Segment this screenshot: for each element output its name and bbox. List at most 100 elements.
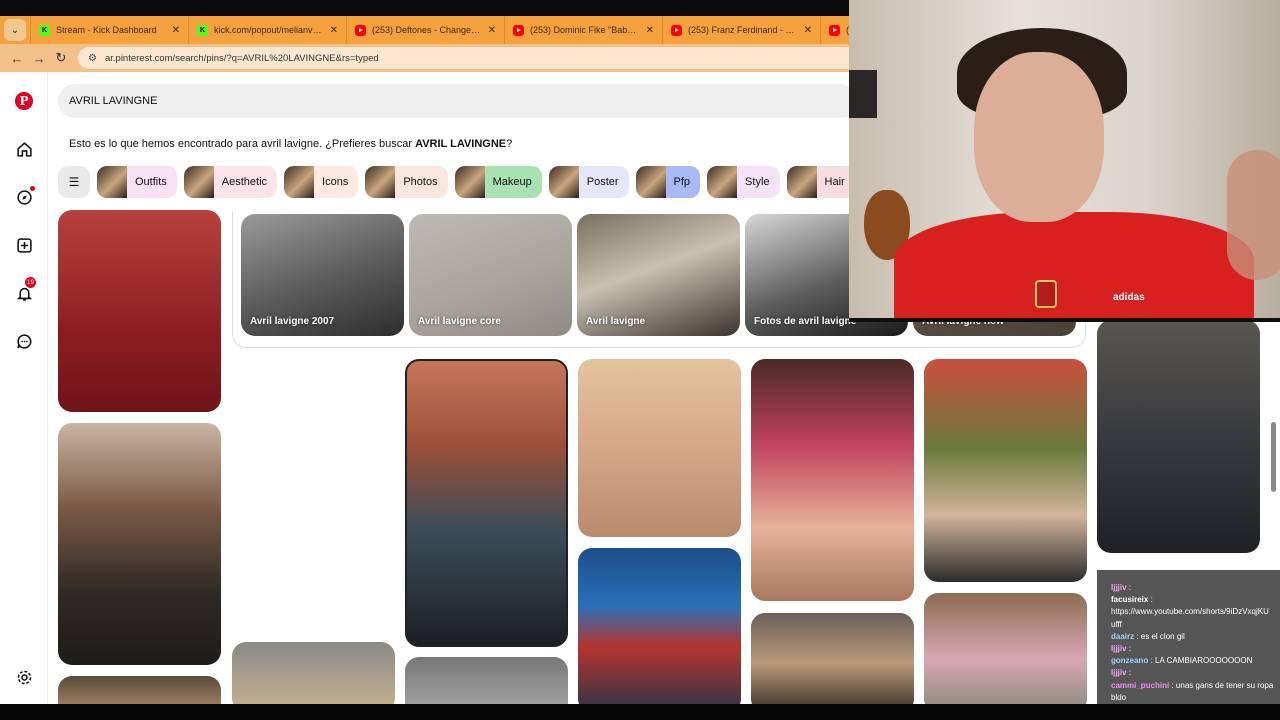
chip-thumbnail xyxy=(365,166,396,198)
close-icon[interactable]: ✕ xyxy=(804,25,812,36)
suggestion-suffix: ? xyxy=(506,138,513,150)
related-search-card[interactable]: Avril lavigne xyxy=(577,214,740,336)
pin-image[interactable] xyxy=(405,657,568,704)
chat-text: : unas gans de tener su ropa xyxy=(1169,680,1274,690)
site-info-icon[interactable]: ⚙ xyxy=(88,53,97,64)
reload-icon[interactable]: ↻ xyxy=(50,47,72,69)
chip-label: Poster xyxy=(586,176,619,188)
create-plus-icon[interactable] xyxy=(12,233,36,257)
pin-image[interactable] xyxy=(578,359,741,537)
search-suggestion: Esto es lo que hemos encontrado para avr… xyxy=(69,138,512,150)
search-query: AVRIL LAVINGNE xyxy=(69,95,158,107)
chip-aesthetic[interactable]: Aesthetic xyxy=(183,166,278,198)
browser-tab[interactable]: (253) Dominic Fike "Baby Doll" ✕ xyxy=(504,16,662,44)
chip-thumbnail xyxy=(97,166,127,198)
chat-message: ljjjiv : xyxy=(1111,582,1274,594)
suggestion-text: Esto es lo que hemos encontrado para avr… xyxy=(69,138,416,150)
chip-label: Outfits xyxy=(135,176,167,188)
forward-arrow-icon[interactable]: → xyxy=(28,47,50,69)
close-icon[interactable]: ✕ xyxy=(646,25,654,36)
youtube-icon xyxy=(829,24,840,36)
settings-gear-icon[interactable] xyxy=(12,665,36,689)
chip-style[interactable]: Style xyxy=(707,166,780,198)
chip-label: Style xyxy=(745,176,770,188)
chat-username: facusireix xyxy=(1111,595,1149,605)
filters-sliders-icon[interactable]: ☰ xyxy=(58,166,90,198)
chat-text: : es el clon gil xyxy=(1134,631,1185,641)
chat-message: daairz : es el clon gil xyxy=(1111,631,1274,643)
close-icon[interactable]: ✕ xyxy=(330,25,338,36)
pin-image[interactable] xyxy=(405,359,568,647)
browser-tab[interactable]: K Stream - Kick Dashboard ✕ xyxy=(30,16,188,44)
suggested-query-link[interactable]: AVRIL LAVINGNE xyxy=(415,138,506,150)
browser-tab[interactable]: K kick.com/popout/melianvalen/ ✕ xyxy=(188,16,346,44)
streamer-webcam: adidas xyxy=(849,0,1280,320)
pin-image[interactable] xyxy=(58,210,221,412)
chat-text: : xyxy=(1126,644,1132,654)
chip-icons[interactable]: Icons xyxy=(284,166,359,198)
left-sidebar: P 19 xyxy=(0,72,48,704)
chip-label: Icons xyxy=(322,176,349,188)
browser-tab[interactable]: (253) Deftones - Change (In the ✕ xyxy=(346,16,504,44)
explore-compass-icon[interactable] xyxy=(12,185,36,209)
youtube-icon xyxy=(513,24,524,36)
chat-message: ljjjiv : xyxy=(1111,667,1274,679)
chip-label: Makeup xyxy=(492,176,532,188)
filter-chips: ☰ Outfits Aesthetic Icons Photos Makeup … xyxy=(58,166,855,200)
related-search-label: Avril lavigne core xyxy=(418,316,501,327)
shirt-brand-logo: adidas xyxy=(1113,292,1145,303)
close-icon[interactable]: ✕ xyxy=(172,25,180,36)
pin-image[interactable] xyxy=(924,359,1087,582)
home-icon[interactable] xyxy=(12,137,36,161)
face xyxy=(974,52,1104,222)
chip-thumbnail xyxy=(284,166,315,198)
webcam-poster xyxy=(849,70,877,118)
chip-thumbnail xyxy=(183,166,214,198)
search-input[interactable]: AVRIL LAVINGNE xyxy=(58,84,858,118)
tab-title: (253) Deftones - Change (In the xyxy=(372,25,482,35)
chat-text: : xyxy=(1148,595,1153,605)
kick-icon: K xyxy=(39,24,50,36)
chip-thumbnail xyxy=(707,166,738,198)
messages-icon[interactable] xyxy=(12,329,36,353)
chip-pfp[interactable]: Pfp xyxy=(635,166,701,198)
pin-image[interactable] xyxy=(578,548,741,704)
related-search-label: Avril lavigne xyxy=(586,316,646,327)
chat-message: cammi_puchini : unas gans de tener su ro… xyxy=(1111,680,1274,692)
notifications-bell-icon[interactable]: 19 xyxy=(12,277,36,305)
pin-image[interactable] xyxy=(751,359,914,601)
chip-thumbnail xyxy=(635,166,666,198)
pin-image[interactable] xyxy=(924,593,1087,704)
chip-thumbnail xyxy=(786,166,817,198)
chip-hair[interactable]: Hair xyxy=(786,166,855,198)
pin-image[interactable] xyxy=(232,642,395,704)
related-search-card[interactable]: Avril lavigne 2007 xyxy=(241,214,404,336)
chip-photos[interactable]: Photos xyxy=(365,166,448,198)
chip-poster[interactable]: Poster xyxy=(548,166,629,198)
related-search-card[interactable]: Avril lavigne core xyxy=(409,214,572,336)
chip-label: Photos xyxy=(403,176,438,188)
chat-message: gonzeano : LA CAMBIAROOOOOOON xyxy=(1111,655,1274,667)
related-search-label: Avril lavigne 2007 xyxy=(250,316,335,327)
youtube-icon xyxy=(671,24,682,36)
chip-label: Aesthetic xyxy=(221,176,268,188)
close-icon[interactable]: ✕ xyxy=(488,25,496,36)
notification-dot xyxy=(30,186,35,191)
pinterest-logo-icon[interactable]: P xyxy=(12,89,36,113)
tab-title: Stream - Kick Dashboard xyxy=(56,25,157,35)
pin-image[interactable] xyxy=(58,676,221,704)
tab-search-button[interactable]: ⌄ xyxy=(4,19,26,41)
chat-text: https://www.youtube.com/shorts/9iDzVxqjK… xyxy=(1111,607,1269,617)
chip-outfits[interactable]: Outfits xyxy=(97,166,177,198)
browser-tab[interactable]: (253) Franz Ferdinand - Take M ✕ xyxy=(662,16,820,44)
pin-image[interactable] xyxy=(1097,320,1260,553)
pin-image[interactable] xyxy=(751,613,914,704)
page-scrollbar[interactable] xyxy=(1271,422,1276,492)
chat-username: cammi_puchini xyxy=(1111,680,1170,690)
youtube-icon xyxy=(355,24,366,36)
pin-image[interactable] xyxy=(58,423,221,665)
chat-message: ufff xyxy=(1111,619,1274,631)
back-arrow-icon[interactable]: ← xyxy=(6,47,28,69)
chat-username: ljjjiv xyxy=(1111,668,1127,678)
chip-makeup[interactable]: Makeup xyxy=(454,166,542,198)
